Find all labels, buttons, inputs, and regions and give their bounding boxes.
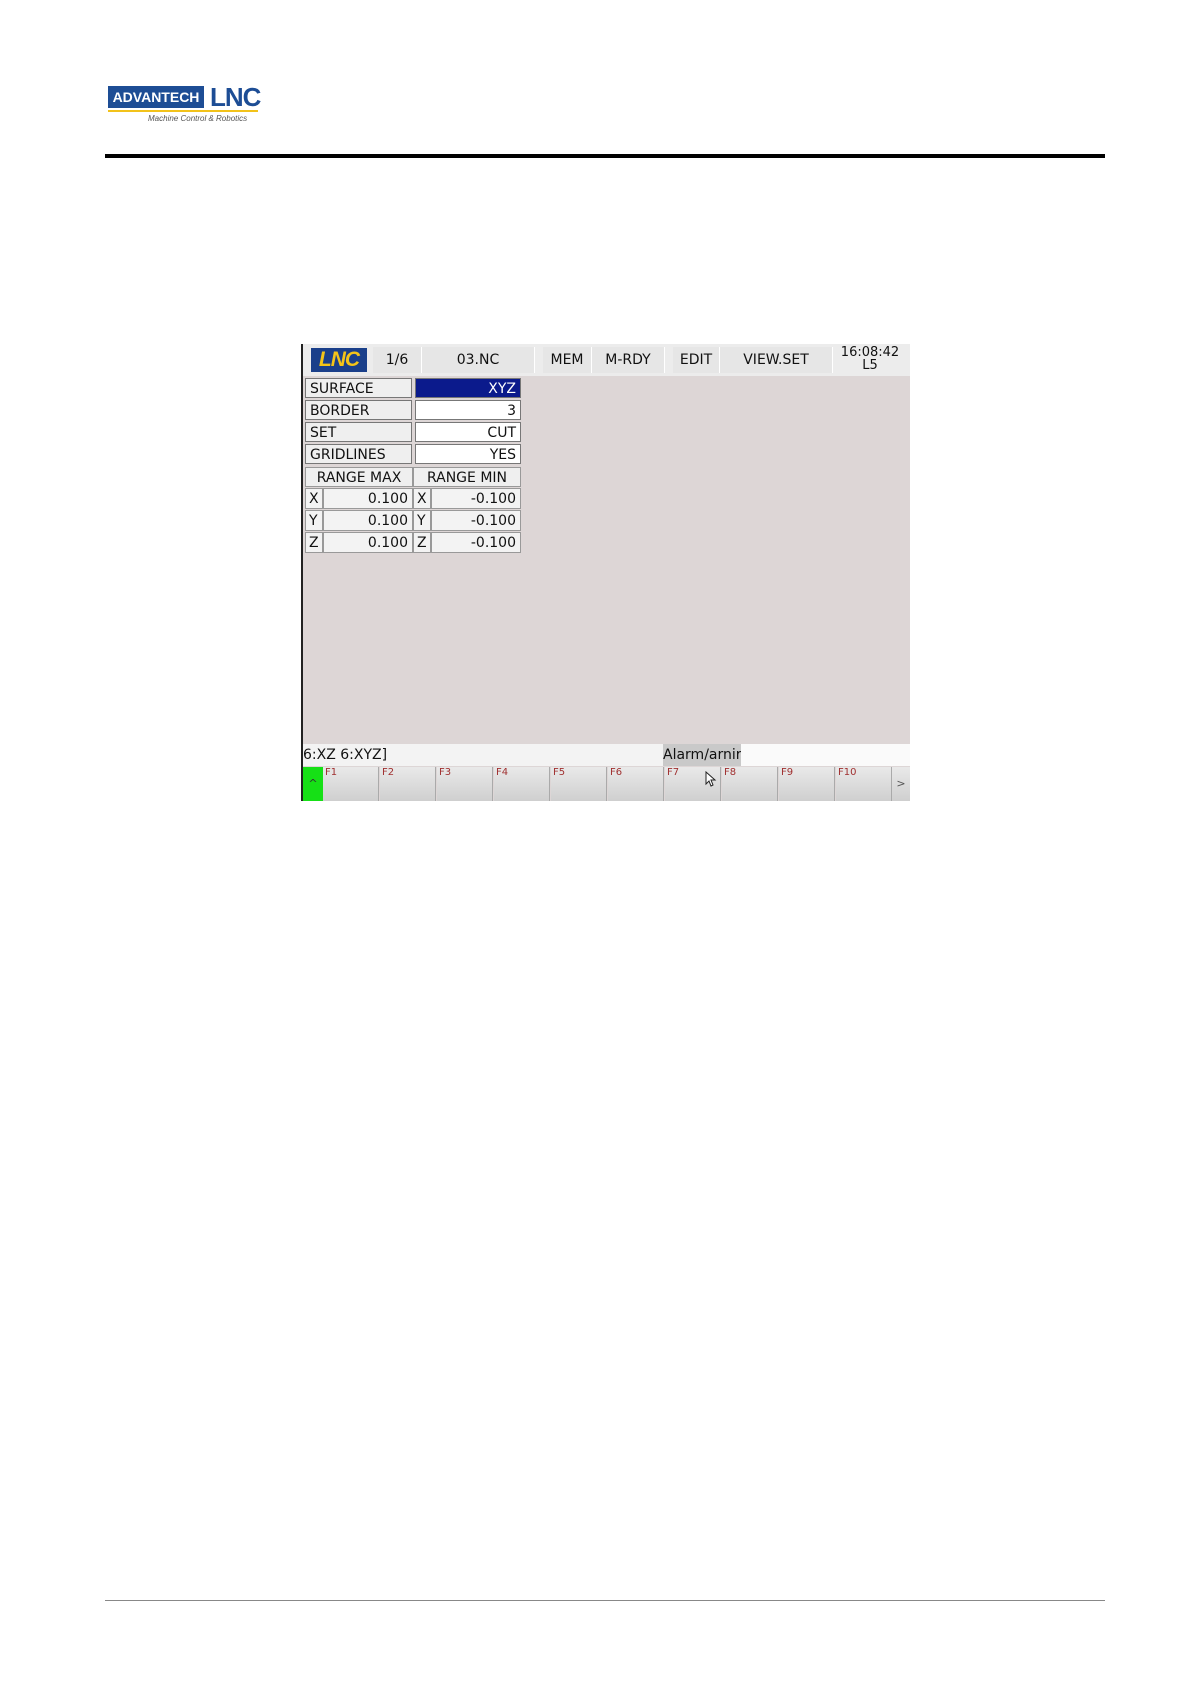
softkey-f2[interactable]: F2 bbox=[380, 767, 436, 801]
softkey-f3[interactable]: F3 bbox=[437, 767, 493, 801]
softkey-label: F8 bbox=[724, 767, 737, 778]
alarm-message: Alarm/arnir bbox=[663, 744, 741, 766]
header-rule bbox=[105, 154, 1105, 158]
advantech-lnc-logo: ADVANTECH LNC Machine Control & Robotics bbox=[108, 82, 261, 128]
param-label: BORDER bbox=[305, 400, 412, 420]
range-min-x[interactable]: -0.100 bbox=[431, 488, 521, 509]
param-value-surface[interactable]: XYZ bbox=[415, 378, 521, 398]
softkey-label: F10 bbox=[838, 767, 857, 778]
softkey-f6[interactable]: F6 bbox=[608, 767, 664, 801]
param-label: GRIDLINES bbox=[305, 444, 412, 464]
axis-label: Y bbox=[305, 510, 323, 531]
softkey-label: F1 bbox=[325, 767, 338, 778]
softkey-bar: ^ F1 F2 F3 F4 F5 F6 F7 F8 F9 F10 > bbox=[303, 767, 910, 801]
softkey-label: F7 bbox=[667, 767, 680, 778]
command-line[interactable]: 6:XZ 6:XYZ] bbox=[303, 744, 663, 766]
softkey-label: F3 bbox=[439, 767, 452, 778]
logo-lnc-text: LNC bbox=[210, 82, 261, 112]
softkey-f1[interactable]: F1 bbox=[323, 767, 379, 801]
range-min-y[interactable]: -0.100 bbox=[431, 510, 521, 531]
param-row-surface[interactable]: SURFACE XYZ bbox=[305, 378, 523, 399]
softkey-label: F2 bbox=[382, 767, 395, 778]
axis-label: X bbox=[305, 488, 323, 509]
axis-label: Z bbox=[305, 532, 323, 553]
param-value-set[interactable]: CUT bbox=[415, 422, 521, 442]
softkey-more-button[interactable]: > bbox=[892, 767, 910, 801]
range-min-header: RANGE MIN bbox=[413, 467, 521, 487]
range-max-x[interactable]: 0.100 bbox=[323, 488, 413, 509]
param-value-gridlines[interactable]: YES bbox=[415, 444, 521, 464]
axis-label: X bbox=[413, 488, 431, 509]
range-header-row: RANGE MAX RANGE MIN bbox=[305, 467, 523, 488]
lnc-logo: LNC bbox=[311, 348, 367, 372]
param-row-set[interactable]: SET CUT bbox=[305, 422, 523, 443]
footer-rule bbox=[105, 1600, 1105, 1601]
softkey-f10[interactable]: F10 bbox=[836, 767, 892, 801]
logo-tagline: Machine Control & Robotics bbox=[148, 114, 248, 123]
mouse-cursor-icon bbox=[705, 771, 717, 787]
param-row-border[interactable]: BORDER 3 bbox=[305, 400, 523, 421]
softkey-f4[interactable]: F4 bbox=[494, 767, 550, 801]
softkey-label: F4 bbox=[496, 767, 509, 778]
level: L5 bbox=[862, 358, 878, 373]
range-max-z[interactable]: 0.100 bbox=[323, 532, 413, 553]
logo-underline bbox=[108, 110, 258, 112]
range-row-z: Z 0.100 Z -0.100 bbox=[305, 532, 523, 553]
param-label: SURFACE bbox=[305, 378, 412, 398]
program-name: 03.NC bbox=[422, 347, 535, 373]
softkey-label: F6 bbox=[610, 767, 623, 778]
softkey-f9[interactable]: F9 bbox=[779, 767, 835, 801]
softkey-label: F5 bbox=[553, 767, 566, 778]
softkey-f5[interactable]: F5 bbox=[551, 767, 607, 801]
clock: 16:08:42 L5 bbox=[833, 346, 907, 372]
message-area bbox=[741, 744, 910, 766]
axis-label: Z bbox=[413, 532, 431, 553]
range-row-y: Y 0.100 Y -0.100 bbox=[305, 510, 523, 531]
softkey-f7[interactable]: F7 bbox=[665, 767, 721, 801]
range-max-y[interactable]: 0.100 bbox=[323, 510, 413, 531]
cnc-screen: LNC 1/6 03.NC MEM M-RDY EDIT VIEW.SET 16… bbox=[301, 344, 910, 801]
view-set-indicator: VIEW.SET bbox=[720, 347, 833, 373]
machine-status: M-RDY bbox=[592, 347, 665, 373]
mode-indicator: MEM bbox=[543, 347, 592, 373]
param-label: SET bbox=[305, 422, 412, 442]
logo-advantech-text: ADVANTECH bbox=[108, 86, 204, 108]
status-bar: LNC 1/6 03.NC MEM M-RDY EDIT VIEW.SET 16… bbox=[303, 344, 910, 376]
param-value-border[interactable]: 3 bbox=[415, 400, 521, 420]
softkey-f8[interactable]: F8 bbox=[722, 767, 778, 801]
range-max-header: RANGE MAX bbox=[305, 467, 413, 487]
axis-label: Y bbox=[413, 510, 431, 531]
softkey-label: F9 bbox=[781, 767, 794, 778]
range-min-z[interactable]: -0.100 bbox=[431, 532, 521, 553]
softkey-up-button[interactable]: ^ bbox=[303, 767, 323, 801]
param-row-gridlines[interactable]: GRIDLINES YES bbox=[305, 444, 523, 465]
range-row-x: X 0.100 X -0.100 bbox=[305, 488, 523, 509]
page-indicator: 1/6 bbox=[373, 347, 422, 373]
edit-indicator: EDIT bbox=[673, 347, 720, 373]
